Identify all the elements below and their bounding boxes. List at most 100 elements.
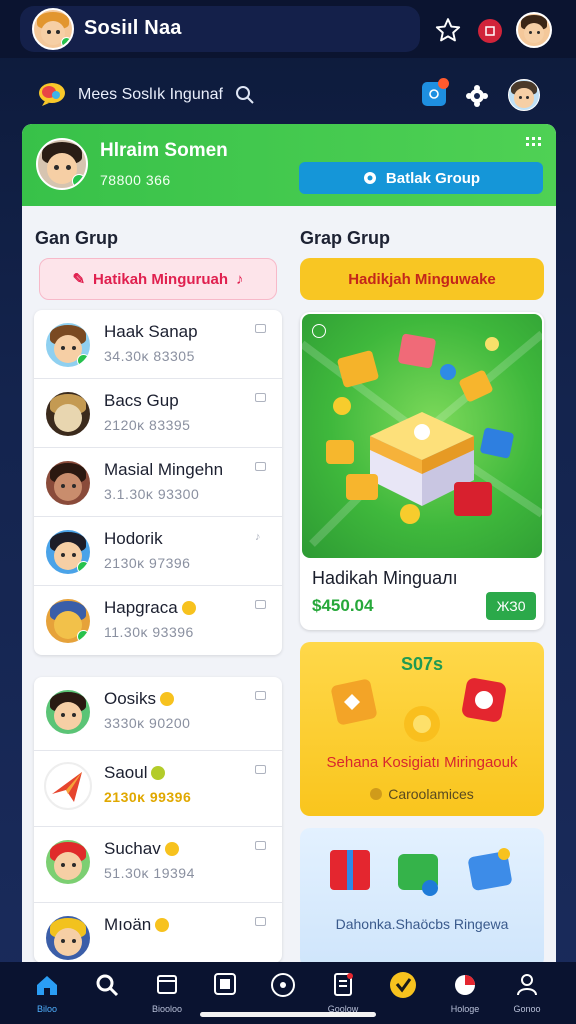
crown-icon	[164, 842, 179, 856]
left-column-heading: Gan Grup	[35, 228, 119, 248]
inbox-badge	[438, 78, 449, 89]
crown-icon	[159, 692, 174, 706]
list-item[interactable]: Bacs Gup 2120ĸ 83395	[34, 379, 282, 448]
grid-menu-icon[interactable]	[526, 136, 542, 154]
user-avatar[interactable]	[508, 79, 540, 111]
profile-photo[interactable]	[36, 138, 88, 190]
reward-card[interactable]: Hadikah Minguaлı $450.04 ЖЗ0	[300, 312, 544, 630]
weekly-reward-pill[interactable]: ✎ Hatikah Minguruah ♪	[39, 258, 277, 300]
list-item[interactable]: Suchav 51.30ĸ 19394	[34, 827, 282, 903]
member-avatar	[44, 762, 92, 810]
weekly-reward-label: Hatikah Minguruah	[93, 270, 229, 288]
member-name-text: Oosiks	[104, 689, 156, 708]
member-stat: 11.30ĸ 93396	[104, 624, 194, 640]
member-avatar	[44, 528, 92, 576]
profile-avatar[interactable]	[516, 12, 552, 48]
chat-bubble-icon[interactable]	[36, 80, 68, 108]
list-item[interactable]: Mıoän	[34, 903, 282, 963]
member-stat: 34.30ĸ 83305	[104, 348, 195, 364]
promo-items-illustration	[331, 678, 506, 742]
nav-home-label: Biloo	[36, 1004, 57, 1014]
member-list: Haak Sanap 34.30ĸ 83305 Bacs Gup 2120ĸ 8…	[34, 310, 282, 655]
info-icon[interactable]	[312, 324, 326, 338]
right-column-heading: Grap Grup	[300, 228, 391, 248]
list-item[interactable]: Oosiks 3330ĸ 90200	[34, 677, 282, 751]
member-name: Bacs Gup	[104, 391, 179, 410]
promo-title: Sehana Kosigiatı Miringaouk	[326, 754, 518, 771]
app-avatar[interactable]	[32, 8, 74, 50]
weekly-reward-banner[interactable]: Hadikjah Minguwake	[300, 258, 544, 300]
member-avatar	[44, 459, 92, 507]
member-avatar	[44, 597, 92, 645]
search-icon[interactable]	[234, 84, 256, 106]
promo-card[interactable]: S07s Sehana Kosigiatı Miringaouk Caroola…	[300, 642, 544, 816]
member-name-text: Hapgraca	[104, 598, 178, 617]
music-icon: ♪	[236, 270, 244, 288]
right-column: Hadikjah Minguwake Hadikah Minguaлı $450…	[300, 258, 544, 964]
nav-check[interactable]	[374, 968, 432, 1018]
calendar-icon	[157, 975, 177, 994]
gifts-title: Dahonka.Shaöcbs Ringewa	[335, 916, 509, 932]
nav-group-label: Gonoo	[513, 1004, 541, 1014]
promo-footer: Caroolamices	[300, 786, 544, 802]
join-group-button[interactable]: Batlak Group	[299, 162, 543, 194]
group-icon	[517, 974, 537, 996]
member-stat: 2120ĸ 83395	[104, 417, 191, 433]
nav-square[interactable]	[196, 968, 254, 1018]
nav-search-people[interactable]	[78, 968, 136, 1018]
message-icon[interactable]	[255, 691, 266, 700]
nav-disc[interactable]	[254, 968, 312, 1018]
paper-plane-icon	[52, 772, 82, 802]
notification-icon[interactable]	[478, 19, 502, 43]
coin-icon	[370, 788, 383, 800]
member-name: Masial Mingehn	[104, 460, 224, 479]
nav-pie-label: Hologe	[450, 1004, 480, 1014]
crown-icon	[155, 918, 170, 932]
message-icon[interactable]	[255, 324, 266, 333]
member-avatar	[44, 838, 92, 886]
settings-icon[interactable]	[464, 83, 490, 109]
nav-calendar[interactable]: Biooloo	[138, 968, 196, 1018]
member-stat: 3.1.30ĸ 93300	[104, 486, 200, 502]
message-icon[interactable]	[255, 393, 266, 402]
nav-document[interactable]: Goolow	[314, 968, 372, 1018]
reward-title: Hadikah Minguaлı	[312, 568, 458, 588]
message-icon[interactable]	[255, 841, 266, 850]
list-item[interactable]: Haak Sanap 34.30ĸ 83305	[34, 310, 282, 379]
message-icon[interactable]	[255, 462, 266, 471]
disc-icon	[271, 973, 295, 997]
profile-header: Hlraim Somen 78800 366 Batlak Group	[22, 124, 556, 206]
member-name: Saoul	[104, 763, 166, 783]
claim-button[interactable]: ЖЗ0	[486, 592, 536, 620]
home-indicator[interactable]	[200, 1012, 376, 1017]
square-icon	[214, 973, 236, 995]
message-icon[interactable]: ♪	[255, 531, 266, 543]
member-stat: 3330ĸ 90200	[104, 715, 191, 731]
list-item[interactable]: Masial Mingehn 3.1.30ĸ 93300	[34, 448, 282, 517]
nav-pie[interactable]: Hologe	[436, 968, 494, 1018]
gifts-card[interactable]: Dahonka.Shaöcbs Ringewa	[300, 828, 544, 964]
left-column: ✎ Hatikah Minguruah ♪ Haak Sanap 34.30ĸ …	[34, 258, 282, 963]
list-item[interactable]: Saoul 2130ĸ 99396	[34, 751, 282, 827]
profile-stats: 78800 366	[100, 172, 171, 188]
member-stat: 2130ĸ 99396	[104, 789, 192, 805]
profile-name: Hlraim Somen	[100, 140, 228, 161]
search-people-icon	[96, 974, 119, 997]
list-item[interactable]: Hapgraca 11.30ĸ 93396	[34, 586, 282, 655]
star-icon[interactable]	[434, 16, 462, 44]
nav-home[interactable]: Biloo	[18, 968, 76, 1018]
search-placeholder[interactable]: Mees Soslık Ingunaf	[78, 86, 223, 104]
pie-icon	[455, 975, 475, 995]
list-item[interactable]: Hodorik 2130ĸ 97396 ♪	[34, 517, 282, 586]
message-icon[interactable]	[255, 765, 266, 774]
reward-illustration	[302, 314, 542, 558]
nav-group[interactable]: Gonoo	[498, 968, 556, 1018]
message-icon[interactable]	[255, 917, 266, 926]
document-icon	[334, 973, 353, 996]
member-avatar	[44, 688, 92, 736]
member-name-text: Mıoän	[104, 915, 152, 934]
member-name: Mıoän	[104, 915, 170, 935]
member-name-text: Suchav	[104, 839, 161, 858]
crown-icon	[151, 766, 166, 780]
message-icon[interactable]	[255, 600, 266, 609]
